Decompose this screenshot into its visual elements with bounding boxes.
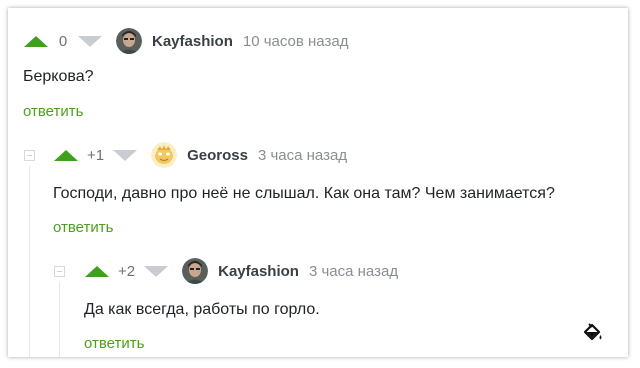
comment-time: 10 часов назад (242, 32, 349, 50)
upvote-icon[interactable] (54, 149, 78, 161)
upvote-icon[interactable] (24, 35, 48, 47)
comment-author[interactable]: Geoross (187, 147, 248, 164)
comment-text: Да как всегда, работы по горло. (84, 301, 320, 318)
collapse-icon[interactable] (54, 266, 65, 277)
comment-header: +2 Kayfashion 3 часа назад (85, 258, 398, 284)
comment-3: +2 Kayfashion 3 часа назад (85, 258, 398, 284)
comment-2: +1 Geoross 3 часа назад (54, 142, 347, 168)
thread-line (59, 282, 60, 357)
comment-thread: 0 Kayfashion 10 часов назад Беркова? отв… (8, 8, 628, 357)
collapse-icon[interactable] (24, 150, 35, 161)
reply-link[interactable]: ответить (53, 219, 113, 236)
downvote-icon[interactable] (144, 265, 169, 277)
comment-1: 0 Kayfashion 10 часов назад (24, 28, 348, 54)
comment-text: Господи, давно про неё не слышал. Как он… (53, 185, 555, 202)
reply-link[interactable]: ответить (23, 103, 83, 120)
comment-author[interactable]: Kayfashion (218, 263, 299, 280)
downvote-icon[interactable] (78, 35, 102, 47)
comment-text: Беркова? (23, 68, 94, 85)
comment-header: +1 Geoross 3 часа назад (54, 142, 347, 168)
reply-link[interactable]: ответить (84, 335, 144, 352)
comment-time: 3 часа назад (257, 146, 348, 164)
avatar[interactable] (151, 142, 178, 168)
comment-rating: 0 (58, 32, 68, 50)
comment-rating: +2 (118, 262, 136, 280)
upvote-icon[interactable] (85, 265, 109, 277)
downvote-icon[interactable] (113, 149, 138, 161)
paint-bucket-icon[interactable] (582, 322, 604, 344)
avatar[interactable] (116, 28, 142, 54)
comment-author[interactable]: Kayfashion (152, 33, 233, 50)
thread-line (29, 166, 30, 357)
comment-rating: +1 (87, 146, 105, 164)
avatar[interactable] (182, 258, 209, 284)
comment-time: 3 часа назад (308, 262, 399, 280)
comment-header: 0 Kayfashion 10 часов назад (24, 28, 348, 54)
